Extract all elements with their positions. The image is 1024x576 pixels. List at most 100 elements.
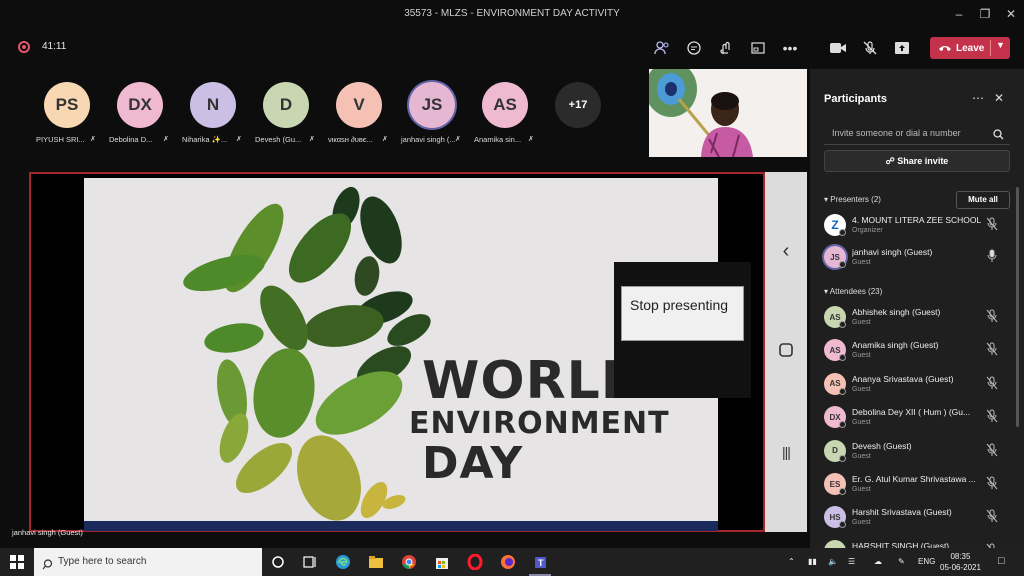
mic-muted-icon: ✗ [236, 136, 242, 143]
reactions-icon[interactable] [714, 38, 738, 58]
mic-muted-icon[interactable] [858, 38, 882, 58]
participant-name: Anamika singh (Guest) [852, 340, 939, 351]
chevron-down-icon[interactable]: ▼ [996, 40, 1005, 50]
mic-muted-icon[interactable] [986, 309, 998, 323]
leave-label: Leave [956, 42, 985, 54]
video-tile[interactable] [649, 69, 807, 157]
volume-icon[interactable]: 🔈 [828, 557, 838, 566]
participant-role: Guest [852, 385, 871, 393]
mic-muted-icon[interactable] [986, 443, 998, 457]
store-icon[interactable] [434, 554, 450, 570]
participant-avatar[interactable]: PS [44, 82, 90, 128]
presence-status-icon [839, 421, 846, 429]
file-explorer-icon[interactable] [368, 554, 384, 570]
mic-muted-icon[interactable] [986, 409, 998, 423]
participant-avatar[interactable]: JS [409, 82, 455, 128]
network-icon[interactable]: ☰ [848, 557, 855, 566]
teams-icon[interactable]: T [533, 554, 549, 570]
more-participants-avatar[interactable]: +17 [555, 82, 601, 128]
task-view-icon[interactable] [302, 554, 318, 570]
participant-avatar-name: Debolina D... [109, 135, 153, 144]
firefox-icon[interactable] [500, 554, 516, 570]
participants-panel: Participants ⋯ ✕ Invite someone or dial … [810, 69, 1024, 562]
participants-icon[interactable] [650, 38, 674, 58]
edge-icon[interactable] [335, 554, 351, 570]
mic-icon[interactable] [986, 249, 998, 263]
participant-row[interactable]: AS Anamika singh (Guest) Guest [810, 335, 1024, 368]
tray-overflow-icon[interactable]: ⌃ [788, 557, 795, 566]
opera-icon[interactable] [467, 553, 483, 571]
participant-name: Harshit Srivastava (Guest) [852, 507, 952, 518]
participant-avatar[interactable]: D [263, 82, 309, 128]
recording-icon [18, 41, 30, 53]
presenters-header[interactable]: ▾ Presenters (2) [824, 195, 881, 204]
battery-icon[interactable]: ▮▮ [808, 557, 817, 566]
device-nav-panel: ‹ ||| [765, 172, 807, 532]
mic-muted-icon: ✗ [309, 136, 315, 143]
share-invite-button[interactable]: ☍ Share invite [824, 150, 1010, 172]
participant-row-avatar: D [824, 439, 846, 462]
search-glass-icon [42, 557, 53, 575]
participant-avatar-name: janhavi singh (... [401, 135, 456, 144]
taskbar-search-input[interactable]: Type here to search [34, 548, 262, 576]
mic-muted-icon[interactable] [986, 509, 998, 523]
participant-row-avatar: Z [824, 214, 846, 236]
participant-avatar[interactable]: DX [117, 82, 163, 128]
invite-input[interactable]: Invite someone or dial a number [824, 121, 1010, 145]
participant-row[interactable]: JS janhavi singh (Guest) Guest [810, 242, 1024, 275]
chat-icon[interactable] [682, 38, 706, 58]
mic-muted-icon: ✗ [90, 136, 96, 143]
panel-close-icon[interactable]: ✕ [994, 91, 1004, 105]
participant-avatar[interactable]: AS [482, 82, 528, 128]
mute-all-button[interactable]: Mute all [956, 191, 1010, 209]
panel-more-icon[interactable]: ⋯ [972, 91, 984, 105]
attendees-header[interactable]: ▾ Attendees (23) [824, 287, 882, 296]
more-actions-icon[interactable]: ••• [778, 38, 802, 58]
participant-row-avatar: ES [824, 473, 846, 495]
clock-date: 05-06-2021 [940, 563, 981, 572]
call-controls: 41:11 ••• Leave ▼ [0, 28, 1024, 68]
system-clock[interactable]: 08:35 05-06-2021 [940, 551, 981, 573]
participant-row-avatar: AS [824, 372, 846, 395]
leave-button[interactable]: Leave ▼ [930, 37, 1010, 59]
presence-status-icon [839, 387, 846, 395]
participant-avatar-name: νιкαѕн ∂υвє... [328, 135, 373, 144]
participant-row[interactable]: D Devesh (Guest) Guest [810, 436, 1024, 469]
close-window-button[interactable]: ✕ [996, 4, 1024, 24]
chrome-icon[interactable] [401, 554, 417, 570]
participant-row[interactable]: AS Abhishek singh (Guest) Guest [810, 302, 1024, 335]
stop-presenting-button[interactable]: Stop presenting [621, 286, 744, 341]
cortana-icon[interactable] [270, 554, 286, 570]
share-screen-icon[interactable] [890, 38, 914, 58]
participant-avatar[interactable]: V [336, 82, 382, 128]
participant-row[interactable]: ES Er. G. Atul Kumar Shrivastawa ... Guest [810, 469, 1024, 502]
windows-start-icon[interactable] [10, 555, 24, 574]
notifications-icon[interactable]: □ [998, 555, 1005, 567]
mic-muted-icon[interactable] [986, 342, 998, 356]
onedrive-icon[interactable]: ☁ [874, 557, 882, 566]
participant-avatar[interactable]: N [190, 82, 236, 128]
participant-initials: HS [829, 512, 841, 522]
presence-status-icon [839, 321, 846, 328]
camera-icon[interactable] [826, 38, 850, 58]
mic-muted-icon[interactable] [986, 376, 998, 390]
mic-muted-icon[interactable] [986, 476, 998, 490]
presence-status-icon [839, 229, 846, 236]
participant-row[interactable]: DX Debolina Dey XII ( Hum ) (Gu... Guest [810, 402, 1024, 435]
panel-scrollbar[interactable] [1016, 187, 1019, 427]
participant-row[interactable]: Z 4. MOUNT LITERA ZEE SCHOOL Organizer [810, 210, 1024, 243]
rooms-icon[interactable] [746, 38, 770, 58]
recents-nav-icon[interactable]: ||| [765, 444, 807, 460]
participant-role: Guest [852, 259, 871, 266]
participant-initials: D [832, 446, 838, 456]
participant-row[interactable]: HS Harshit Srivastava (Guest) Guest [810, 502, 1024, 535]
mic-muted-icon[interactable] [986, 217, 998, 231]
back-nav-icon[interactable]: ‹ [765, 240, 807, 263]
presence-status-icon [839, 261, 846, 268]
home-nav-icon[interactable] [765, 342, 807, 363]
participant-row[interactable]: AS Ananya Srivastava (Guest) Guest [810, 369, 1024, 402]
participant-avatar-name: PIYUSH SRI... [36, 135, 85, 144]
language-indicator[interactable]: ENG [918, 557, 935, 566]
leave-divider [990, 40, 991, 56]
pen-icon[interactable]: ✎ [898, 557, 905, 566]
